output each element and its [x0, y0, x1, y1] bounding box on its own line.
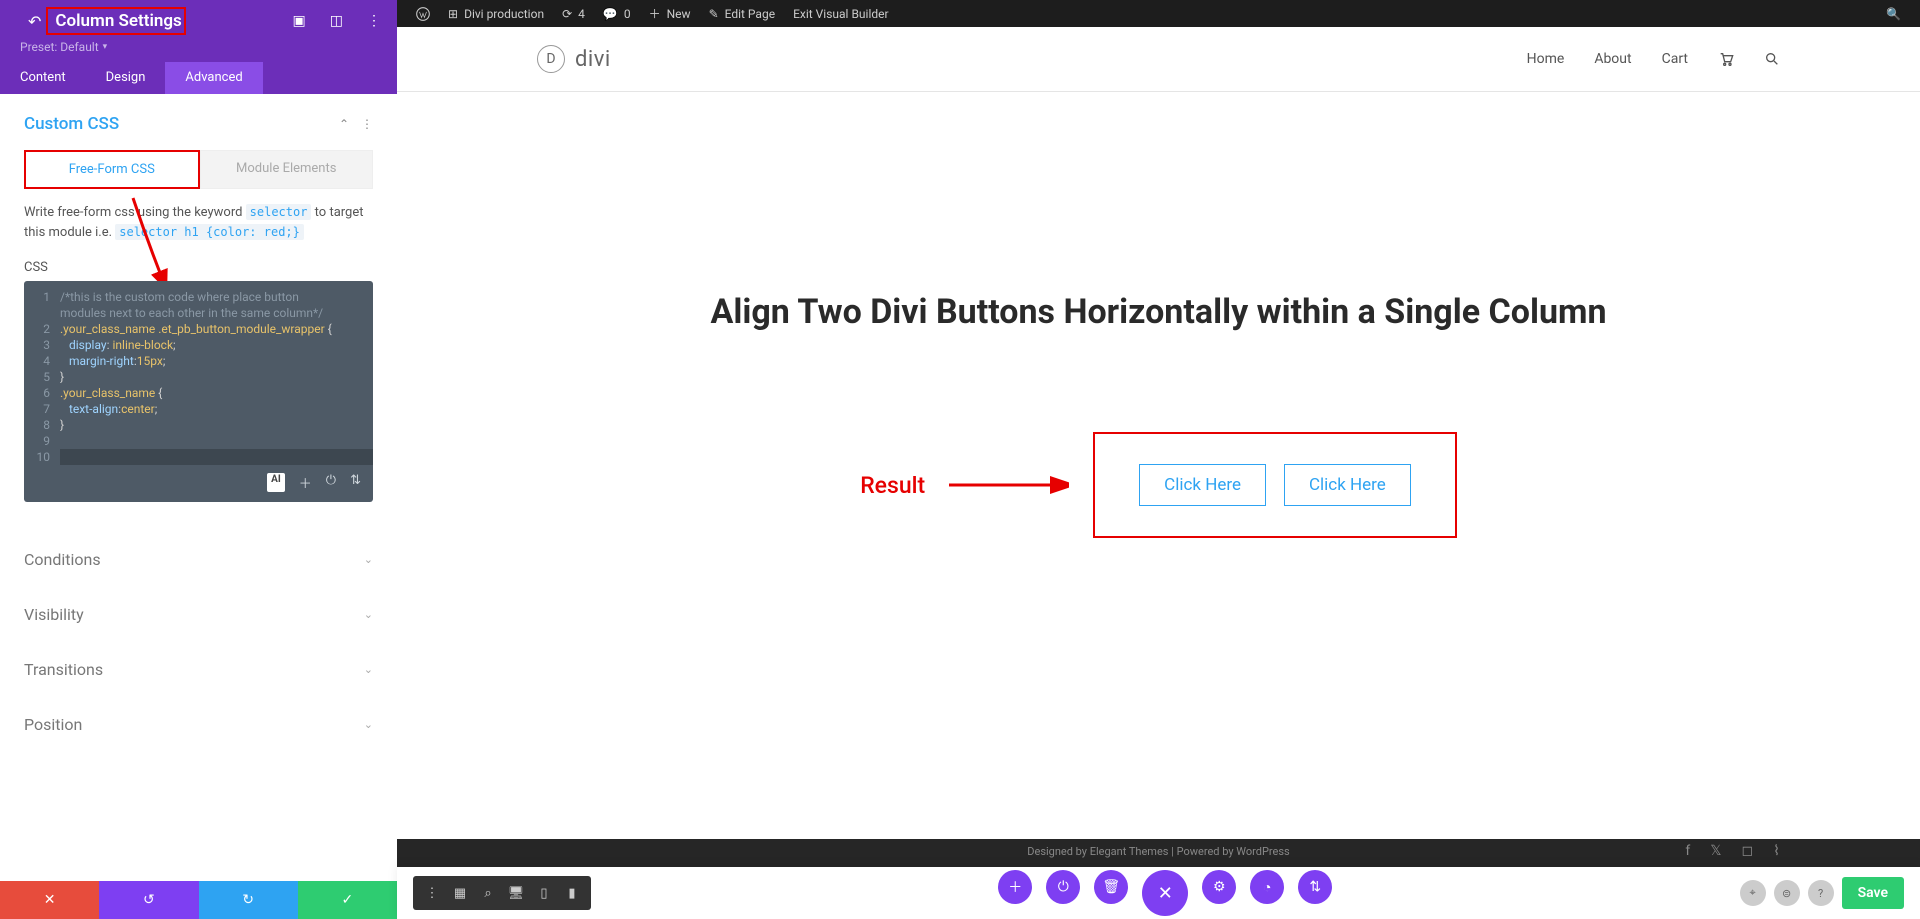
cancel-button[interactable]: ✕ — [0, 881, 99, 919]
undo-button[interactable]: ↺ — [99, 881, 198, 919]
chevron-down-icon: ⌄ — [364, 553, 373, 566]
wp-admin-bar: ⊞Divi production ⟳4 💬0 ＋New ✎Edit Page E… — [397, 0, 1920, 27]
logo-icon: D — [537, 45, 565, 73]
menu-icon[interactable]: ⋮ — [419, 880, 445, 906]
wp-updates[interactable]: ⟳4 — [553, 7, 594, 21]
css-field-label: CSS — [24, 260, 373, 275]
chevron-down-icon: ⌄ — [364, 663, 373, 676]
footer-credits: Designed by Elegant Themes | Powered by … — [1027, 845, 1289, 858]
question-icon[interactable]: ? — [1808, 880, 1834, 906]
preset-selector[interactable]: Preset: Default — [0, 32, 397, 62]
accordion-visibility[interactable]: Visibility⌄ — [24, 587, 373, 642]
redo-button[interactable]: ↻ — [199, 881, 298, 919]
cart-icon[interactable] — [1718, 51, 1734, 67]
tablet-icon[interactable]: ▯ — [531, 880, 557, 906]
page-title: Align Two Divi Buttons Horizontally with… — [537, 292, 1780, 332]
settings-panel: ↶ Column Settings ▣ ◫ ⋮ Preset: Default … — [0, 0, 397, 919]
wp-exit-builder[interactable]: Exit Visual Builder — [784, 7, 898, 21]
chevron-down-icon: ⌄ — [364, 608, 373, 621]
panel-footer: ✕ ↺ ↻ ✓ — [0, 881, 397, 919]
settings-tabs: Content Design Advanced — [0, 62, 397, 94]
sort-icon[interactable]: ⇅ — [350, 473, 361, 492]
builder-bar: ⋮ ▦ ⌕ 🖥 ▯ ▮ ＋ ⏻ 🗑 ✕ ⚙ ◔ ⇅ ⌖ ⊜ ? Save — [397, 867, 1920, 919]
css-subtabs: Free-Form CSS Module Elements — [24, 150, 373, 189]
help-icon[interactable]: ▣ — [293, 13, 306, 29]
view-tools: ⋮ ▦ ⌕ 🖥 ▯ ▮ — [413, 876, 591, 910]
wp-new[interactable]: ＋New — [640, 5, 700, 22]
search-icon[interactable] — [1764, 51, 1780, 67]
add-section-button[interactable]: ＋ — [998, 870, 1032, 904]
kebab-icon[interactable]: ⋮ — [367, 13, 381, 29]
annotation-arrow — [949, 470, 1069, 500]
demo-button-1[interactable]: Click Here — [1139, 464, 1266, 506]
portability-icon[interactable]: ⊜ — [1774, 880, 1800, 906]
section-kebab-icon[interactable]: ⋮ — [361, 117, 373, 131]
tab-design[interactable]: Design — [86, 62, 166, 94]
layers-button[interactable]: ⇅ — [1298, 870, 1332, 904]
collapse-icon[interactable]: ⌃ — [339, 117, 349, 131]
zoom-icon[interactable]: ⌕ — [475, 880, 501, 906]
instagram-icon[interactable]: ◻ — [1742, 843, 1754, 859]
demo-button-2[interactable]: Click Here — [1284, 464, 1411, 506]
result-label: Result — [860, 472, 925, 499]
nav-about[interactable]: About — [1594, 51, 1631, 67]
nav-home[interactable]: Home — [1527, 51, 1565, 67]
confirm-button[interactable]: ✓ — [298, 881, 397, 919]
css-help-text: Write free-form css using the keyword se… — [24, 203, 373, 242]
ai-button[interactable]: AI — [267, 473, 285, 492]
panel-title: Column Settings — [55, 11, 181, 31]
back-button[interactable]: ↶ — [28, 12, 41, 31]
tab-advanced[interactable]: Advanced — [165, 62, 262, 94]
phone-icon[interactable]: ▮ — [559, 880, 585, 906]
x-icon[interactable]: 𝕏 — [1710, 843, 1721, 859]
wireframe-icon[interactable]: ▦ — [447, 880, 473, 906]
css-editor[interactable]: 1/*this is the custom code where place b… — [24, 281, 373, 502]
add-icon[interactable]: ＋ — [299, 473, 312, 492]
help-icon[interactable]: ⌖ — [1740, 880, 1766, 906]
subtab-freeform[interactable]: Free-Form CSS — [24, 150, 200, 189]
history-button[interactable]: ◔ — [1250, 870, 1284, 904]
settings-button[interactable]: ⚙ — [1202, 870, 1236, 904]
wp-logo-icon[interactable] — [407, 7, 439, 21]
power-button[interactable]: ⏻ — [1046, 870, 1080, 904]
facebook-icon[interactable]: f — [1685, 843, 1690, 859]
result-container: Click Here Click Here — [1093, 432, 1457, 538]
section-title: Custom CSS — [24, 114, 119, 134]
wp-comments[interactable]: 💬0 — [594, 7, 640, 21]
expand-icon[interactable]: ◫ — [330, 13, 343, 29]
wp-site-link[interactable]: ⊞Divi production — [439, 7, 553, 21]
search-icon[interactable]: 🔍 — [1877, 7, 1910, 21]
save-button[interactable]: Save — [1842, 877, 1904, 909]
desktop-icon[interactable]: 🖥 — [503, 880, 529, 906]
trash-button[interactable]: 🗑 — [1094, 870, 1128, 904]
accordion-transitions[interactable]: Transitions⌄ — [24, 642, 373, 697]
site-header: D divi Home About Cart — [397, 27, 1920, 92]
tab-content[interactable]: Content — [0, 62, 86, 94]
panel-header: ↶ Column Settings ▣ ◫ ⋮ Preset: Default — [0, 0, 397, 62]
site-footer: Designed by Elegant Themes | Powered by … — [397, 839, 1920, 867]
rss-icon[interactable]: ⌇ — [1773, 843, 1780, 859]
wp-edit-page[interactable]: ✎Edit Page — [700, 7, 785, 21]
nav-cart[interactable]: Cart — [1662, 51, 1688, 67]
page-preview: D divi Home About Cart Align Two Divi Bu… — [397, 27, 1920, 919]
chevron-down-icon: ⌄ — [364, 718, 373, 731]
site-logo[interactable]: D divi — [537, 45, 611, 73]
close-builder-button[interactable]: ✕ — [1142, 870, 1188, 916]
power-icon[interactable]: ⏻ — [326, 473, 336, 492]
accordion-position[interactable]: Position⌄ — [24, 697, 373, 752]
accordion-conditions[interactable]: Conditions⌄ — [24, 532, 373, 587]
subtab-module-elements[interactable]: Module Elements — [200, 150, 374, 189]
